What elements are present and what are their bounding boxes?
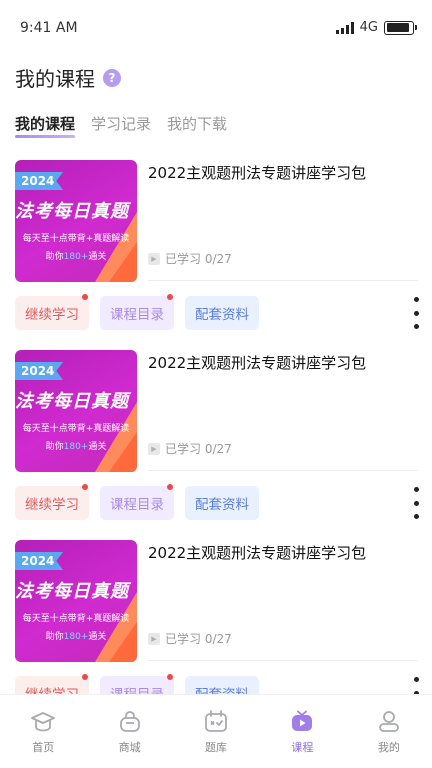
- tab-my-downloads[interactable]: 我的下载: [167, 113, 227, 140]
- thumbnail-subtitle: 每天至十点带背+真题解读: [22, 614, 130, 624]
- course-progress: ▶ 已学习 0/27: [148, 250, 232, 267]
- course-catalog-button[interactable]: 课程目录: [100, 294, 174, 330]
- thumbnail-title: 法考每日真题: [15, 581, 129, 602]
- course-progress: ▶ 已学习 0/27: [148, 440, 232, 457]
- material-label: 配套资料: [195, 307, 249, 323]
- nav-label: 课程: [291, 741, 314, 754]
- thumbnail-subtitle: 每天至十点带背+真题解读: [22, 234, 130, 244]
- course-title[interactable]: 2022主观题刑法专题讲座学习包: [148, 542, 366, 563]
- course-thumbnail[interactable]: 2024 法考每日真题 每天至十点带背+真题解读 助你180+通关: [15, 350, 137, 472]
- continue-study-button[interactable]: 继续学习: [15, 484, 89, 520]
- nav-shop[interactable]: 商城: [86, 695, 172, 768]
- material-label: 配套资料: [195, 497, 249, 513]
- tab-study-history[interactable]: 学习记录: [91, 113, 151, 140]
- thumbnail-slogan: 助你180+通关: [15, 439, 137, 452]
- thumbnail-slogan: 助你180+通关: [15, 249, 137, 262]
- course-thumbnail[interactable]: 2024 法考每日真题 每天至十点带背+真题解读 助你180+通关: [15, 540, 137, 662]
- nav-label: 题库: [205, 741, 228, 754]
- progress-text: 已学习 0/27: [165, 252, 232, 266]
- network-label: 4G: [359, 20, 378, 35]
- page-title: 我的课程: [15, 67, 95, 91]
- tab-bar: 我的课程 学习记录 我的下载: [15, 113, 227, 140]
- catalog-label: 课程目录: [110, 307, 164, 323]
- video-play-icon: [292, 710, 313, 731]
- slogan-prefix: 助你: [45, 442, 64, 452]
- nav-home[interactable]: 首页: [0, 695, 86, 768]
- divider: [148, 660, 418, 661]
- thumbnail-decoration: [109, 432, 137, 472]
- tab-my-courses[interactable]: 我的课程: [15, 113, 76, 140]
- more-options-icon[interactable]: [412, 297, 420, 329]
- notification-dot: [167, 294, 173, 300]
- thumbnail-year: 2024: [15, 362, 63, 380]
- course-title[interactable]: 2022主观题刑法专题讲座学习包: [148, 352, 366, 373]
- slogan-prefix: 助你: [45, 252, 64, 262]
- status-indicators: 4G: [335, 20, 417, 35]
- nav-profile[interactable]: 我的: [346, 695, 432, 768]
- status-bar: 9:41 AM 4G: [0, 0, 432, 56]
- thumbnail-year: 2024: [15, 172, 63, 190]
- graduation-cap-icon: [31, 712, 56, 732]
- course-title[interactable]: 2022主观题刑法专题讲座学习包: [148, 162, 366, 183]
- course-materials-button[interactable]: 配套资料: [185, 296, 259, 330]
- continue-label: 继续学习: [25, 307, 79, 323]
- nav-label: 商城: [118, 741, 141, 754]
- bottom-nav: 首页 商城 题库 课程 我的: [0, 694, 432, 768]
- thumbnail-year: 2024: [15, 552, 63, 570]
- notification-dot: [82, 484, 88, 490]
- slogan-prefix: 助你: [45, 632, 64, 642]
- slogan-highlight: 180+: [63, 632, 89, 642]
- course-materials-button[interactable]: 配套资料: [185, 486, 259, 520]
- nav-question-bank[interactable]: 题库: [173, 695, 259, 768]
- thumbnail-decoration: [109, 242, 137, 282]
- notification-dot: [82, 294, 88, 300]
- thumbnail-subtitle: 每天至十点带背+真题解读: [22, 424, 130, 434]
- course-card: 2024 法考每日真题 每天至十点带背+真题解读 助你180+通关 2022主观…: [0, 350, 432, 540]
- thumbnail-decoration: [109, 622, 137, 662]
- notification-dot: [167, 484, 173, 490]
- play-icon: ▶: [148, 442, 160, 455]
- thumbnail-slogan: 助你180+通关: [15, 629, 137, 642]
- help-icon[interactable]: ?: [103, 68, 121, 87]
- battery-icon: [384, 20, 417, 35]
- notification-dot: [167, 674, 173, 680]
- progress-text: 已学习 0/27: [165, 442, 232, 456]
- thumbnail-title: 法考每日真题: [15, 391, 129, 412]
- course-card: 2024 法考每日真题 每天至十点带背+真题解读 助你180+通关 2022主观…: [0, 160, 432, 350]
- signal-icon: [335, 21, 354, 34]
- slogan-suffix: 通关: [88, 442, 107, 452]
- catalog-label: 课程目录: [110, 497, 164, 513]
- course-progress: ▶ 已学习 0/27: [148, 630, 232, 647]
- status-time: 9:41 AM: [20, 20, 78, 36]
- slogan-highlight: 180+: [63, 442, 89, 452]
- continue-study-button[interactable]: 继续学习: [15, 294, 89, 330]
- nav-label: 首页: [32, 741, 55, 754]
- play-icon: ▶: [148, 252, 160, 265]
- nav-label: 我的: [377, 741, 400, 754]
- divider: [148, 470, 418, 471]
- more-options-icon[interactable]: [412, 487, 420, 519]
- divider: [148, 280, 418, 281]
- slogan-highlight: 180+: [63, 252, 89, 262]
- thumbnail-title: 法考每日真题: [15, 201, 129, 222]
- nav-courses[interactable]: 课程: [259, 695, 345, 768]
- course-thumbnail[interactable]: 2024 法考每日真题 每天至十点带背+真题解读 助你180+通关: [15, 160, 137, 282]
- page-header: 我的课程 ?: [15, 63, 121, 92]
- notification-dot: [82, 674, 88, 680]
- slogan-suffix: 通关: [88, 632, 107, 642]
- question-bank-icon: [205, 710, 227, 732]
- course-catalog-button[interactable]: 课程目录: [100, 484, 174, 520]
- progress-text: 已学习 0/27: [165, 632, 232, 646]
- user-icon: [378, 711, 399, 732]
- play-icon: ▶: [148, 632, 160, 645]
- continue-label: 继续学习: [25, 497, 79, 513]
- shopping-bag-icon: [119, 711, 140, 732]
- slogan-suffix: 通关: [88, 252, 107, 262]
